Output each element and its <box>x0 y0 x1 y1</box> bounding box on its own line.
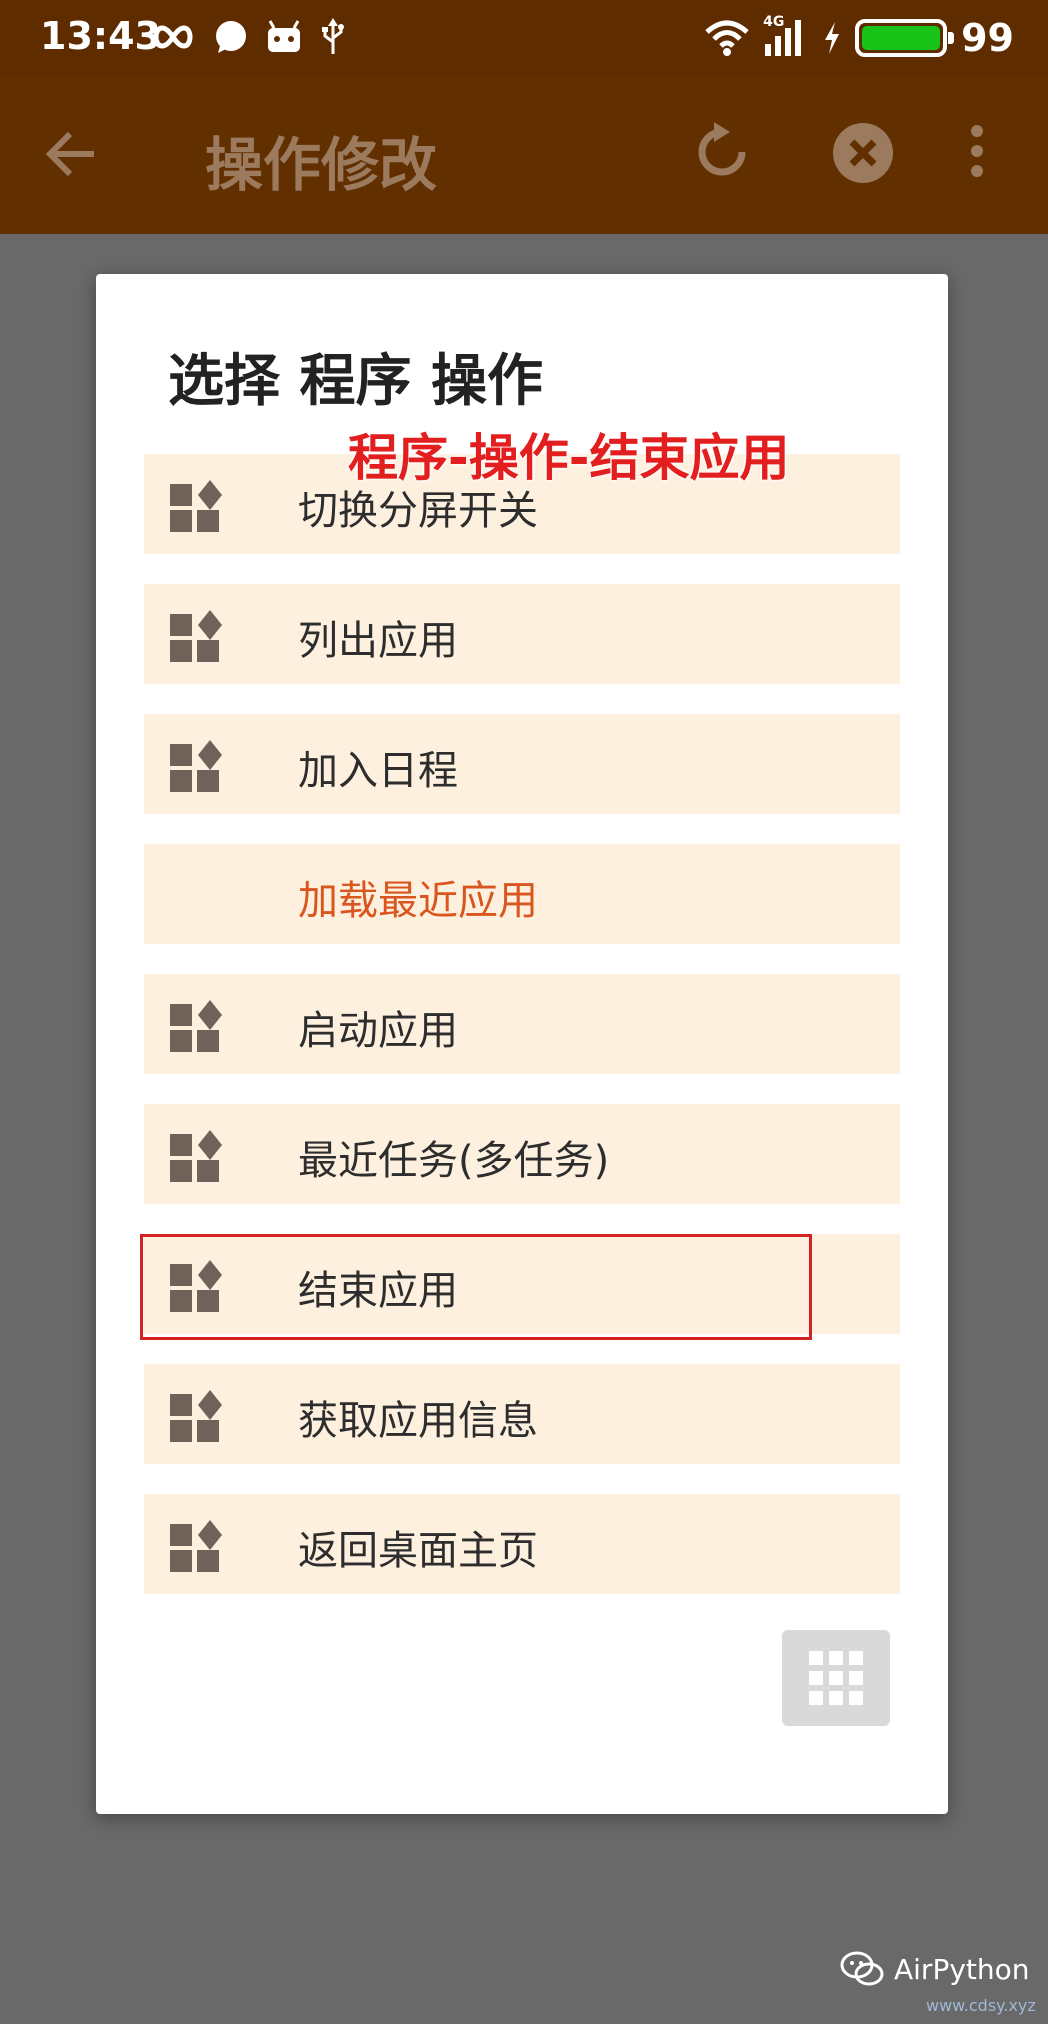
action-item-go-home[interactable]: 返回桌面主页 <box>144 1494 900 1594</box>
action-label: 最近任务(多任务) <box>298 1138 610 1184</box>
signal-icon: 4G <box>763 14 809 58</box>
apps-icon <box>170 610 222 662</box>
action-item-kill-app[interactable]: 结束应用 <box>144 1234 900 1334</box>
apps-icon <box>170 1260 222 1312</box>
chat-bubble-icon <box>216 21 246 53</box>
status-system-icons: 4G 99 <box>705 14 1014 60</box>
action-label: 启动应用 <box>298 1008 458 1054</box>
arrow-back-icon[interactable] <box>44 126 100 182</box>
battery-level: 99 <box>961 16 1014 60</box>
action-label: 获取应用信息 <box>298 1398 538 1444</box>
apps-icon <box>170 1520 222 1572</box>
app-bar: 操作修改 <box>0 78 1048 234</box>
page-title: 操作修改 <box>205 131 438 199</box>
action-label: 列出应用 <box>298 618 458 664</box>
status-notification-icons <box>150 18 346 56</box>
usb-icon <box>322 18 344 54</box>
action-label: 加载最近应用 <box>298 878 538 924</box>
apps-icon <box>170 480 222 532</box>
status-bar: 13:43 4G 99 <box>0 0 1048 78</box>
status-time: 13:43 <box>40 14 161 58</box>
annotation-label: 程序-操作-结束应用 <box>348 429 790 487</box>
battery-icon <box>855 19 955 57</box>
action-item-load-recent-apps[interactable]: 加载最近应用 <box>144 844 900 944</box>
watermark: AirPython <box>840 1950 1030 1988</box>
close-circle-icon[interactable] <box>832 122 894 184</box>
action-list: 切换分屏开关 列出应用 加入日程 加载最近应用 启动应用 最近任务(多任务) 结… <box>144 454 900 1624</box>
action-item-list-apps[interactable]: 列出应用 <box>144 584 900 684</box>
action-label: 结束应用 <box>298 1268 458 1314</box>
action-item-launch-app[interactable]: 启动应用 <box>144 974 900 1074</box>
action-item-recent-tasks[interactable]: 最近任务(多任务) <box>144 1104 900 1204</box>
refresh-icon[interactable] <box>692 122 752 182</box>
watermark-url: www.cdsy.xyz <box>926 1996 1036 2015</box>
select-action-dialog: 选择 程序 操作 程序-操作-结束应用 切换分屏开关 列出应用 加入日程 加载最… <box>96 274 948 1814</box>
apps-icon <box>170 1000 222 1052</box>
apps-icon <box>170 740 222 792</box>
watermark-brand: AirPython <box>894 1952 1030 1986</box>
action-item-add-schedule[interactable]: 加入日程 <box>144 714 900 814</box>
more-vert-icon[interactable] <box>970 124 984 178</box>
apps-icon <box>170 1130 222 1182</box>
action-item-get-app-info[interactable]: 获取应用信息 <box>144 1364 900 1464</box>
android-icon <box>268 20 300 52</box>
charging-bolt-icon <box>825 22 840 54</box>
infinity-icon <box>153 25 193 49</box>
wifi-icon <box>705 20 749 56</box>
grid-icon <box>809 1651 863 1705</box>
apps-icon <box>170 1390 222 1442</box>
action-label: 加入日程 <box>298 748 458 794</box>
grid-view-button[interactable] <box>782 1630 890 1726</box>
dialog-title: 选择 程序 操作 <box>168 349 543 414</box>
action-label: 返回桌面主页 <box>298 1528 538 1574</box>
wechat-icon <box>840 1951 884 1986</box>
